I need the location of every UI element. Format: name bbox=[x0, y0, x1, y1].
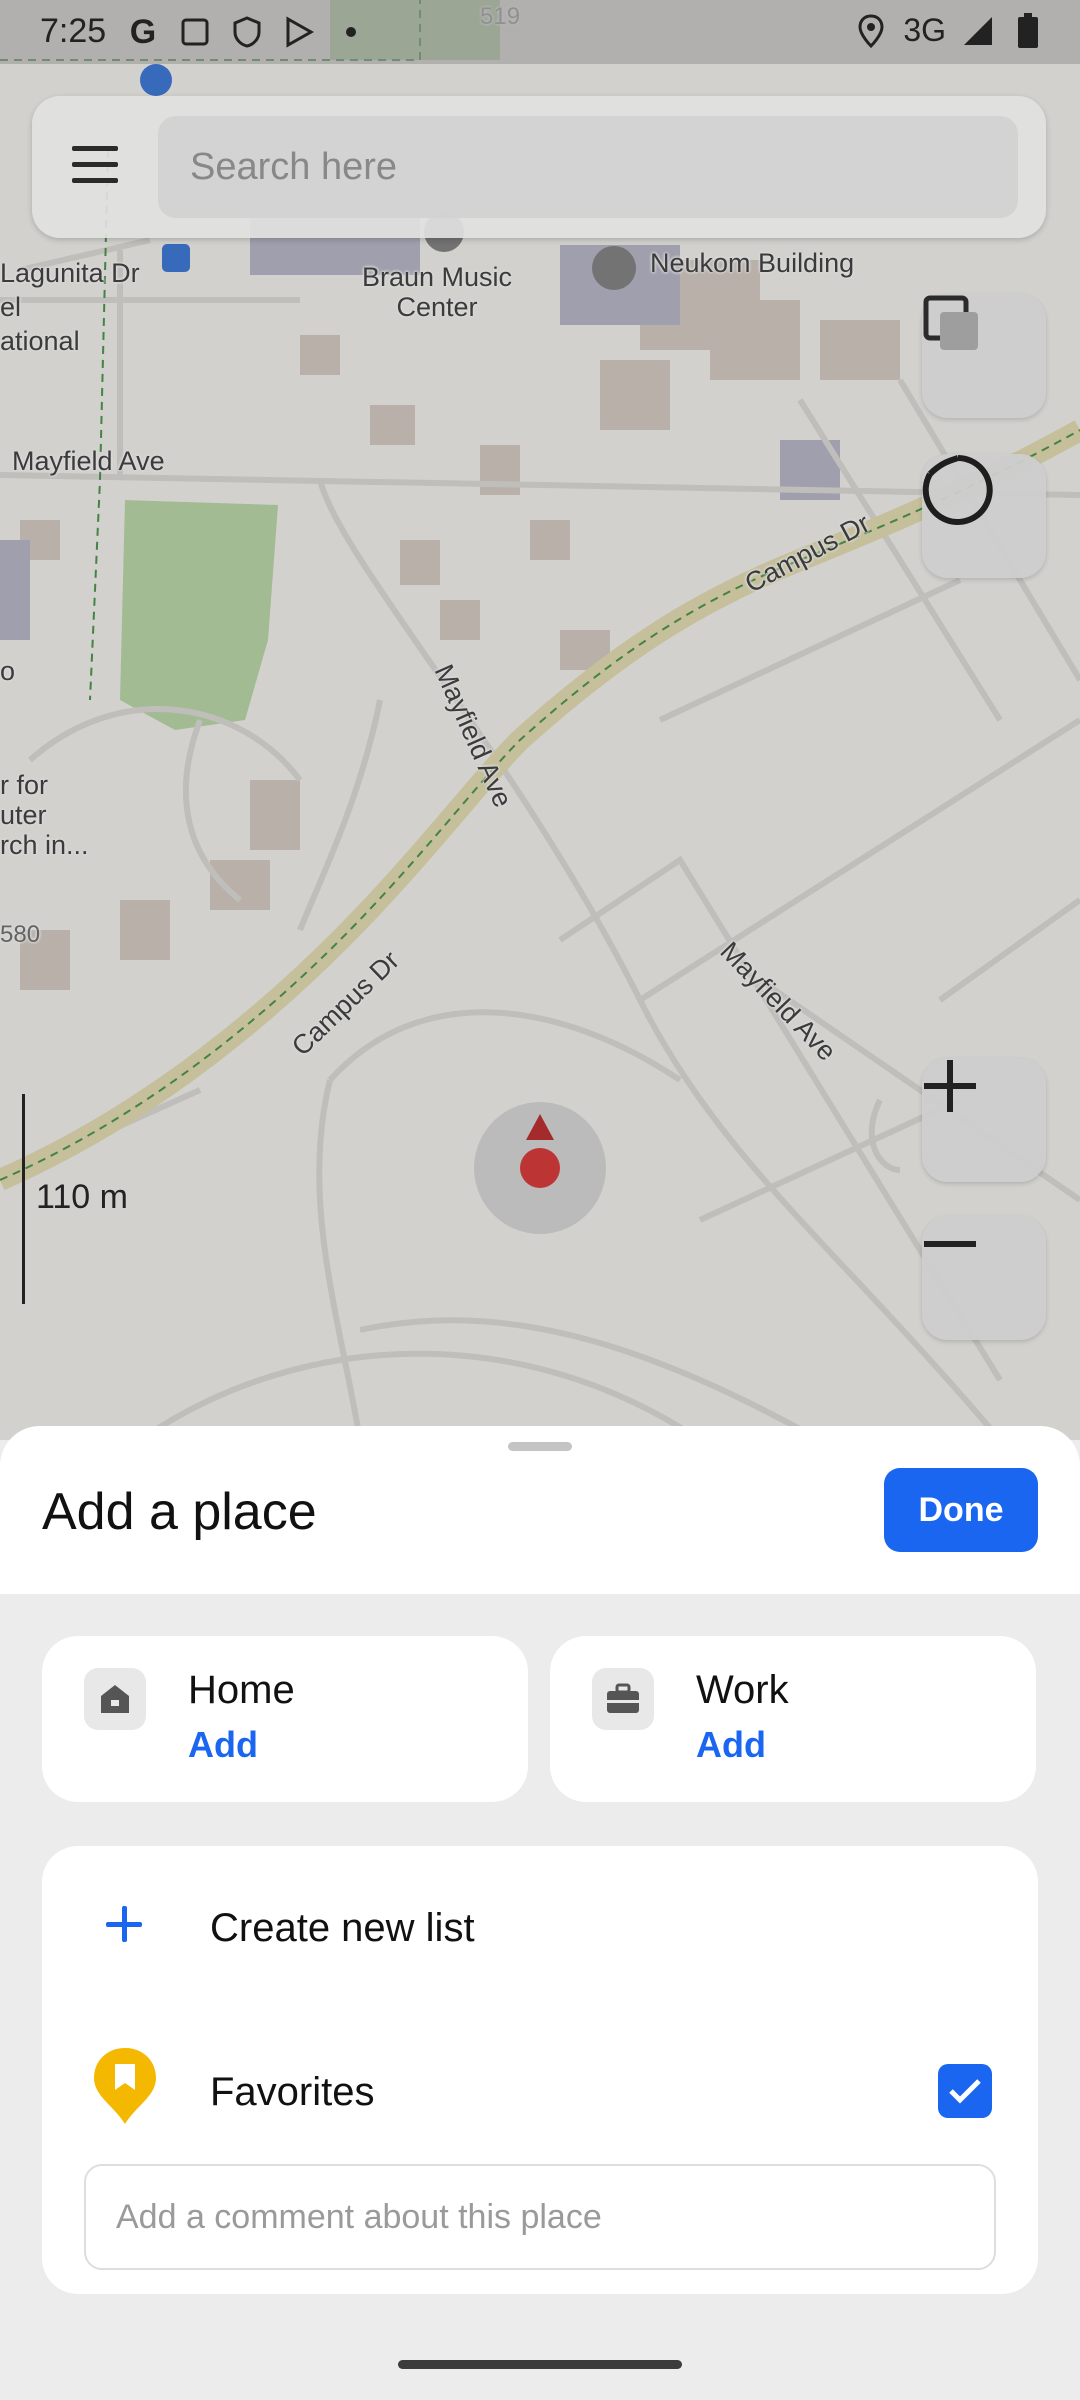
play-icon bbox=[281, 14, 317, 50]
plus-icon bbox=[924, 1060, 976, 1112]
home-title: Home bbox=[188, 1668, 295, 1712]
google-icon: G bbox=[129, 12, 157, 51]
signal-icon bbox=[960, 13, 996, 49]
favorites-label: Favorites bbox=[210, 2070, 375, 2114]
status-time: 7:25 bbox=[40, 12, 107, 50]
work-title: Work bbox=[696, 1668, 789, 1712]
layers-icon bbox=[923, 295, 978, 350]
favorites-checkbox[interactable] bbox=[938, 2064, 992, 2118]
home-card[interactable]: Home Add bbox=[42, 1636, 528, 1802]
battery-icon bbox=[1010, 12, 1046, 49]
comment-input[interactable]: Add a comment about this place bbox=[84, 2164, 996, 2270]
compass-icon bbox=[922, 455, 993, 525]
drag-handle[interactable] bbox=[508, 1442, 572, 1451]
shield-icon bbox=[229, 14, 265, 50]
network-type: 3G bbox=[903, 12, 946, 48]
briefcase-icon bbox=[592, 1668, 654, 1730]
create-list-row[interactable]: Create new list bbox=[42, 1876, 1038, 1976]
menu-button[interactable] bbox=[68, 142, 124, 192]
checkmark-icon bbox=[949, 2079, 981, 2104]
location-icon bbox=[853, 13, 889, 49]
home-icon bbox=[84, 1668, 146, 1730]
screenshot-icon bbox=[177, 14, 213, 50]
minus-icon bbox=[924, 1241, 976, 1247]
scale-label: 110 m bbox=[36, 1178, 128, 1216]
sheet-title: Add a place bbox=[42, 1483, 317, 1541]
home-indicator[interactable] bbox=[398, 2360, 682, 2369]
status-bar: 7:25 G 3G bbox=[0, 0, 1080, 64]
work-card[interactable]: Work Add bbox=[550, 1636, 1036, 1802]
home-add-link[interactable]: Add bbox=[188, 1724, 258, 1766]
plus-icon bbox=[104, 1904, 144, 1944]
favorites-row[interactable]: Favorites bbox=[42, 2032, 1038, 2142]
done-button[interactable]: Done bbox=[884, 1468, 1038, 1552]
search-input[interactable]: Search here bbox=[158, 116, 1018, 218]
search-bar: Search here bbox=[32, 96, 1046, 238]
zoom-out-button[interactable] bbox=[922, 1216, 1046, 1340]
lists-card: Create new list Favorites Add a comment … bbox=[42, 1846, 1038, 2294]
layers-button[interactable] bbox=[922, 294, 1046, 418]
compass-button[interactable] bbox=[922, 454, 1046, 578]
dot-icon bbox=[333, 14, 369, 50]
add-place-sheet: Add a place Done Home Add Work Add Creat… bbox=[0, 1426, 1080, 2400]
bookmark-pin-icon bbox=[94, 2048, 156, 2124]
create-list-label: Create new list bbox=[210, 1906, 475, 1950]
scale-bar bbox=[22, 1094, 25, 1304]
work-add-link[interactable]: Add bbox=[696, 1724, 766, 1766]
sheet-header: Add a place Done bbox=[0, 1426, 1080, 1594]
zoom-in-button[interactable] bbox=[922, 1058, 1046, 1182]
